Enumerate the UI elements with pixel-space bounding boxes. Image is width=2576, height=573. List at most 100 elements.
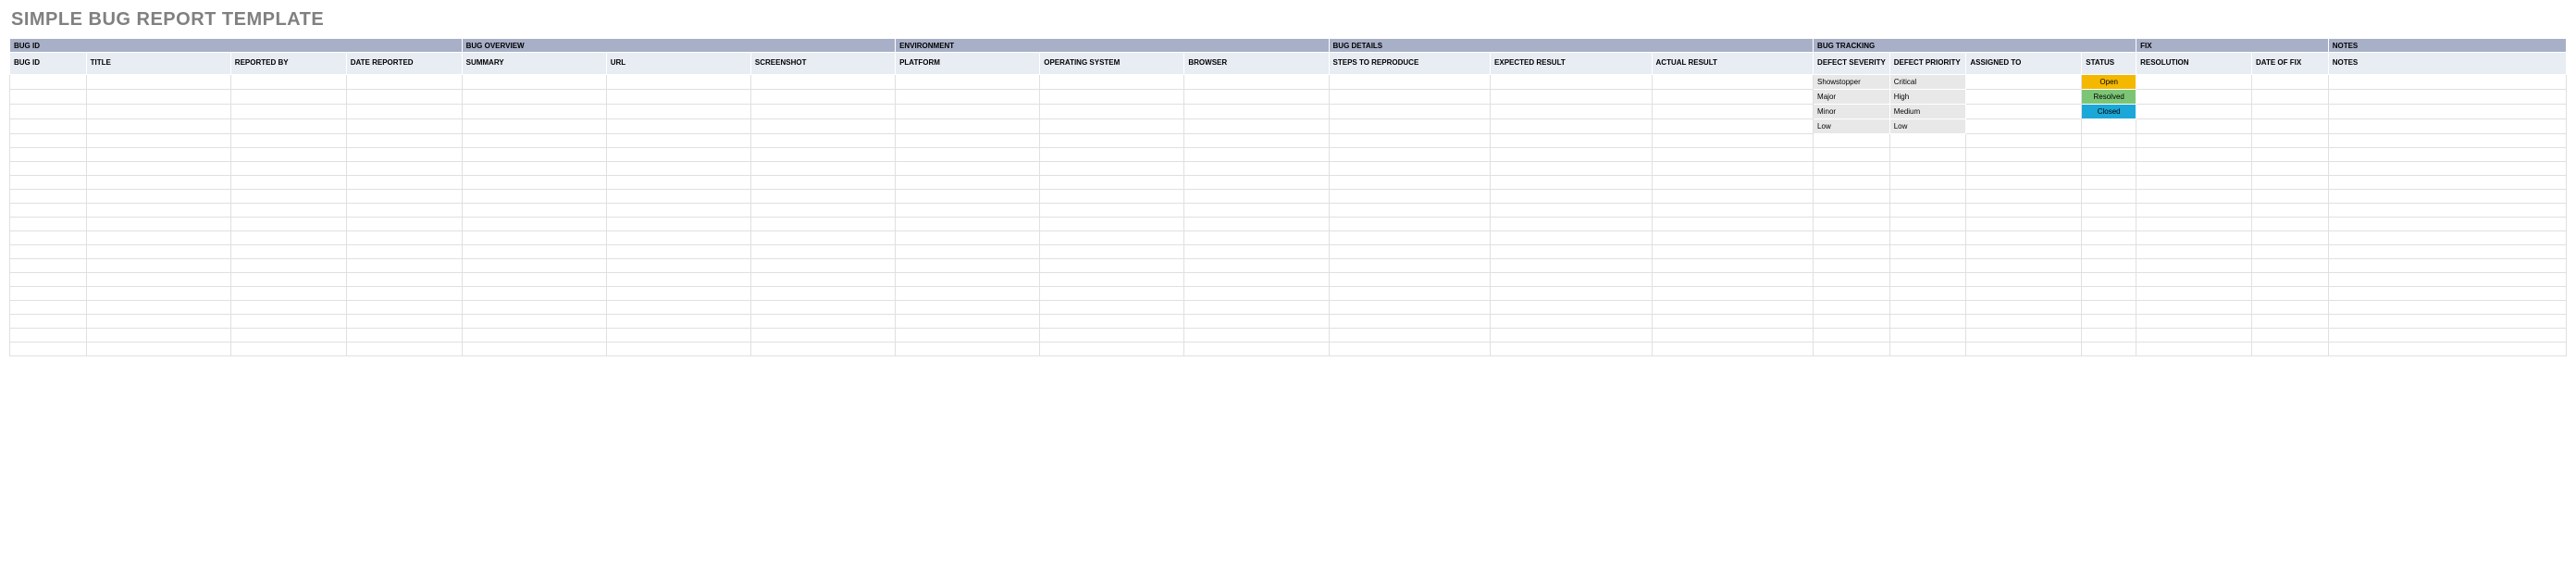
table-cell[interactable] [230, 75, 346, 90]
table-cell[interactable] [230, 162, 346, 176]
table-cell[interactable] [86, 329, 230, 343]
table-cell[interactable] [86, 343, 230, 356]
table-cell[interactable] [86, 301, 230, 315]
table-cell[interactable] [606, 245, 750, 259]
table-cell[interactable] [462, 134, 606, 148]
table-cell[interactable] [1040, 329, 1184, 343]
table-cell[interactable] [2136, 119, 2252, 134]
severity-cell[interactable]: Low [1814, 119, 1890, 134]
table-cell[interactable] [2082, 343, 2136, 356]
table-cell[interactable] [2136, 90, 2252, 105]
table-cell[interactable] [1184, 329, 1329, 343]
table-cell[interactable] [1491, 245, 1653, 259]
table-cell[interactable] [606, 329, 750, 343]
table-cell[interactable] [1184, 315, 1329, 329]
table-cell[interactable] [1652, 259, 1814, 273]
table-cell[interactable] [1040, 301, 1184, 315]
table-cell[interactable] [896, 245, 1040, 259]
table-cell[interactable] [346, 315, 462, 329]
table-cell[interactable] [1889, 218, 1966, 231]
table-cell[interactable] [1040, 218, 1184, 231]
table-cell[interactable] [896, 176, 1040, 190]
table-cell[interactable] [2252, 231, 2329, 245]
table-cell[interactable] [462, 75, 606, 90]
table-cell[interactable] [1329, 343, 1491, 356]
table-cell[interactable] [896, 119, 1040, 134]
table-cell[interactable] [86, 90, 230, 105]
table-cell[interactable] [750, 287, 895, 301]
table-cell[interactable] [86, 231, 230, 245]
table-cell[interactable] [1814, 329, 1890, 343]
table-cell[interactable] [896, 259, 1040, 273]
table-cell[interactable] [1966, 176, 2082, 190]
table-cell[interactable] [10, 218, 87, 231]
table-cell[interactable] [1491, 218, 1653, 231]
table-cell[interactable] [750, 148, 895, 162]
table-cell[interactable] [1329, 245, 1491, 259]
table-cell[interactable] [1966, 119, 2082, 134]
table-cell[interactable] [1889, 287, 1966, 301]
table-cell[interactable] [2328, 134, 2566, 148]
table-cell[interactable] [2328, 75, 2566, 90]
table-cell[interactable] [230, 245, 346, 259]
table-cell[interactable] [896, 273, 1040, 287]
table-cell[interactable] [606, 259, 750, 273]
table-cell[interactable] [1889, 204, 1966, 218]
table-cell[interactable] [896, 204, 1040, 218]
table-cell[interactable] [750, 75, 895, 90]
table-cell[interactable] [1040, 90, 1184, 105]
table-cell[interactable] [1040, 176, 1184, 190]
table-cell[interactable] [86, 148, 230, 162]
table-cell[interactable] [2136, 245, 2252, 259]
table-cell[interactable] [2136, 204, 2252, 218]
table-cell[interactable] [750, 204, 895, 218]
table-cell[interactable] [1491, 190, 1653, 204]
table-cell[interactable] [2328, 90, 2566, 105]
table-cell[interactable] [1329, 176, 1491, 190]
table-cell[interactable] [10, 315, 87, 329]
table-cell[interactable] [1966, 273, 2082, 287]
table-cell[interactable] [230, 148, 346, 162]
table-cell[interactable] [1889, 148, 1966, 162]
table-cell[interactable] [462, 90, 606, 105]
table-cell[interactable] [606, 90, 750, 105]
table-cell[interactable] [462, 301, 606, 315]
table-cell[interactable] [1966, 259, 2082, 273]
table-cell[interactable] [606, 287, 750, 301]
table-cell[interactable] [10, 231, 87, 245]
table-cell[interactable] [1184, 148, 1329, 162]
table-cell[interactable] [1329, 329, 1491, 343]
table-cell[interactable] [1966, 134, 2082, 148]
table-cell[interactable] [2136, 176, 2252, 190]
table-cell[interactable] [1184, 245, 1329, 259]
table-cell[interactable] [1652, 176, 1814, 190]
table-cell[interactable] [2252, 343, 2329, 356]
table-cell[interactable] [462, 218, 606, 231]
table-cell[interactable] [1814, 148, 1890, 162]
table-cell[interactable] [1889, 245, 1966, 259]
table-cell[interactable] [10, 148, 87, 162]
table-cell[interactable] [896, 315, 1040, 329]
table-cell[interactable] [2136, 343, 2252, 356]
table-cell[interactable] [2252, 273, 2329, 287]
table-cell[interactable] [2252, 75, 2329, 90]
table-cell[interactable] [1329, 204, 1491, 218]
table-cell[interactable] [346, 329, 462, 343]
table-cell[interactable] [1814, 204, 1890, 218]
table-cell[interactable] [2328, 204, 2566, 218]
table-cell[interactable] [2082, 245, 2136, 259]
table-cell[interactable] [750, 273, 895, 287]
table-cell[interactable] [2328, 190, 2566, 204]
table-cell[interactable] [606, 134, 750, 148]
table-cell[interactable] [462, 273, 606, 287]
table-cell[interactable] [1184, 190, 1329, 204]
table-cell[interactable] [10, 301, 87, 315]
table-cell[interactable] [462, 162, 606, 176]
table-cell[interactable] [2252, 134, 2329, 148]
table-cell[interactable] [1814, 162, 1890, 176]
table-cell[interactable] [606, 218, 750, 231]
table-cell[interactable] [2136, 329, 2252, 343]
table-cell[interactable] [1966, 329, 2082, 343]
table-cell[interactable] [1040, 148, 1184, 162]
table-cell[interactable] [346, 204, 462, 218]
